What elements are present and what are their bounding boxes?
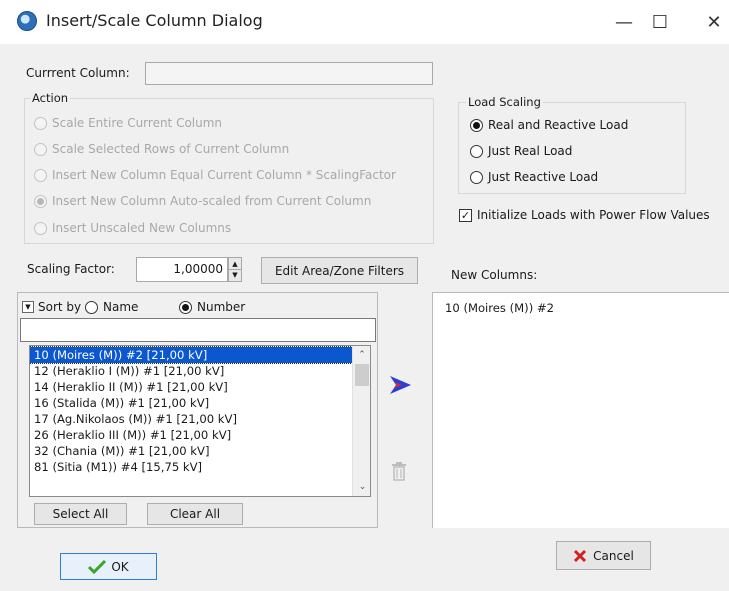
scroll-down-icon[interactable]: ⌄: [353, 478, 370, 496]
new-columns-list[interactable]: 10 (Moires (M)) #2: [432, 292, 729, 528]
list-item[interactable]: 17 (Ag.Nikolaos (M)) #1 [21,00 kV]: [30, 411, 352, 427]
action-legend: Action: [30, 91, 71, 105]
trash-icon: [392, 462, 406, 481]
sort-dropdown-icon[interactable]: ▼: [22, 301, 34, 313]
radio-icon: [34, 142, 47, 156]
checkmark-icon: [88, 559, 107, 574]
delete-button[interactable]: [388, 458, 410, 484]
initialize-loads-checkbox[interactable]: ✓ Initialize Loads with Power Flow Value…: [459, 208, 710, 222]
scaling-factor-spinner[interactable]: ▲ ▼: [228, 257, 242, 282]
sort-number-label: Number: [197, 300, 246, 314]
add-to-new-columns-button[interactable]: [385, 370, 415, 400]
action-option-label: Scale Selected Rows of Current Column: [52, 142, 290, 156]
close-button[interactable]: ✕: [694, 8, 729, 36]
list-item[interactable]: 14 (Heraklio II (M)) #1 [21,00 kV]: [30, 379, 352, 395]
action-option-label: Insert Unscaled New Columns: [52, 221, 232, 235]
load-scaling-legend: Load Scaling: [466, 95, 543, 109]
action-option-label: Insert New Column Auto-scaled from Curre…: [52, 194, 372, 208]
list-item[interactable]: 81 (Sitia (M1)) #4 [15,75 kV]: [30, 459, 352, 475]
arrow-right-icon: [390, 376, 411, 394]
list-item[interactable]: 10 (Moires (M)) #2: [433, 293, 729, 315]
select-all-button[interactable]: Select All: [34, 503, 127, 525]
load-option-real-reactive[interactable]: Real and Reactive Load: [470, 118, 628, 132]
cancel-button[interactable]: Cancel: [556, 541, 651, 570]
action-option-label: Scale Entire Current Column: [52, 116, 223, 130]
radio-icon: [470, 170, 483, 184]
spin-down-icon[interactable]: ▼: [229, 270, 241, 281]
sort-by-number-radio[interactable]: Number: [179, 300, 245, 314]
clear-all-button[interactable]: Clear All: [147, 503, 243, 525]
action-option-insert-equal[interactable]: Insert New Column Equal Current Column *…: [34, 168, 396, 182]
list-item[interactable]: 16 (Stalida (M)) #1 [21,00 kV]: [30, 395, 352, 411]
radio-icon: [34, 168, 47, 182]
load-option-just-reactive[interactable]: Just Reactive Load: [470, 170, 598, 184]
radio-icon: [34, 194, 47, 208]
action-option-label: Insert New Column Equal Current Column *…: [52, 168, 396, 182]
radio-icon: [470, 118, 483, 132]
radio-icon: [470, 144, 483, 158]
list-item[interactable]: 26 (Heraklio III (M)) #1 [21,00 kV]: [30, 427, 352, 443]
current-column-field[interactable]: [145, 62, 433, 85]
source-list[interactable]: 10 (Moires (M)) #2 [21,00 kV] 12 (Herakl…: [29, 345, 371, 497]
load-option-label: Just Real Load: [488, 144, 573, 158]
radio-icon: [34, 221, 47, 235]
initialize-loads-label: Initialize Loads with Power Flow Values: [477, 208, 710, 222]
scroll-thumb[interactable]: [355, 364, 369, 386]
window-title: Insert/Scale Column Dialog: [46, 11, 263, 30]
list-item[interactable]: 12 (Heraklio I (M)) #1 [21,00 kV]: [30, 363, 352, 379]
cancel-label: Cancel: [593, 548, 634, 563]
scaling-factor-input[interactable]: 1,00000: [136, 257, 228, 282]
checkmark-icon: ✓: [459, 208, 472, 222]
current-column-label: Currrent Column:: [26, 66, 130, 80]
list-item[interactable]: 32 (Chania (M)) #1 [21,00 kV]: [30, 443, 352, 459]
scroll-up-icon[interactable]: ⌃: [353, 346, 370, 364]
list-scrollbar[interactable]: ⌃ ⌄: [352, 346, 370, 496]
filter-input[interactable]: [20, 318, 376, 342]
new-columns-label: New Columns:: [451, 268, 538, 282]
close-x-icon: [574, 549, 587, 562]
sort-by-row: ▼ Sort by: [22, 300, 81, 314]
list-item[interactable]: 10 (Moires (M)) #2 [21,00 kV]: [30, 346, 353, 364]
sort-name-label: Name: [103, 300, 139, 314]
ok-button[interactable]: OK: [60, 553, 157, 580]
action-option-scale-entire[interactable]: Scale Entire Current Column: [34, 116, 222, 130]
action-option-scale-selected[interactable]: Scale Selected Rows of Current Column: [34, 142, 289, 156]
edit-area-zone-filters-button[interactable]: Edit Area/Zone Filters: [261, 257, 418, 284]
sort-by-name-radio[interactable]: Name: [85, 300, 138, 314]
load-option-label: Just Reactive Load: [488, 170, 599, 184]
action-option-insert-autoscaled[interactable]: Insert New Column Auto-scaled from Curre…: [34, 194, 371, 208]
ok-label: OK: [111, 559, 129, 574]
radio-icon: [85, 300, 98, 314]
app-icon: [17, 11, 37, 31]
radio-icon: [34, 116, 47, 130]
scaling-factor-label: Scaling Factor:: [27, 262, 115, 276]
load-option-just-real[interactable]: Just Real Load: [470, 144, 572, 158]
load-option-label: Real and Reactive Load: [488, 118, 629, 132]
minimize-button[interactable]: —: [604, 8, 644, 36]
spin-up-icon[interactable]: ▲: [229, 258, 241, 270]
maximize-button[interactable]: ☐: [640, 8, 680, 36]
action-option-insert-unscaled[interactable]: Insert Unscaled New Columns: [34, 221, 231, 235]
sort-by-label: Sort by: [38, 300, 82, 314]
radio-icon: [179, 300, 192, 314]
